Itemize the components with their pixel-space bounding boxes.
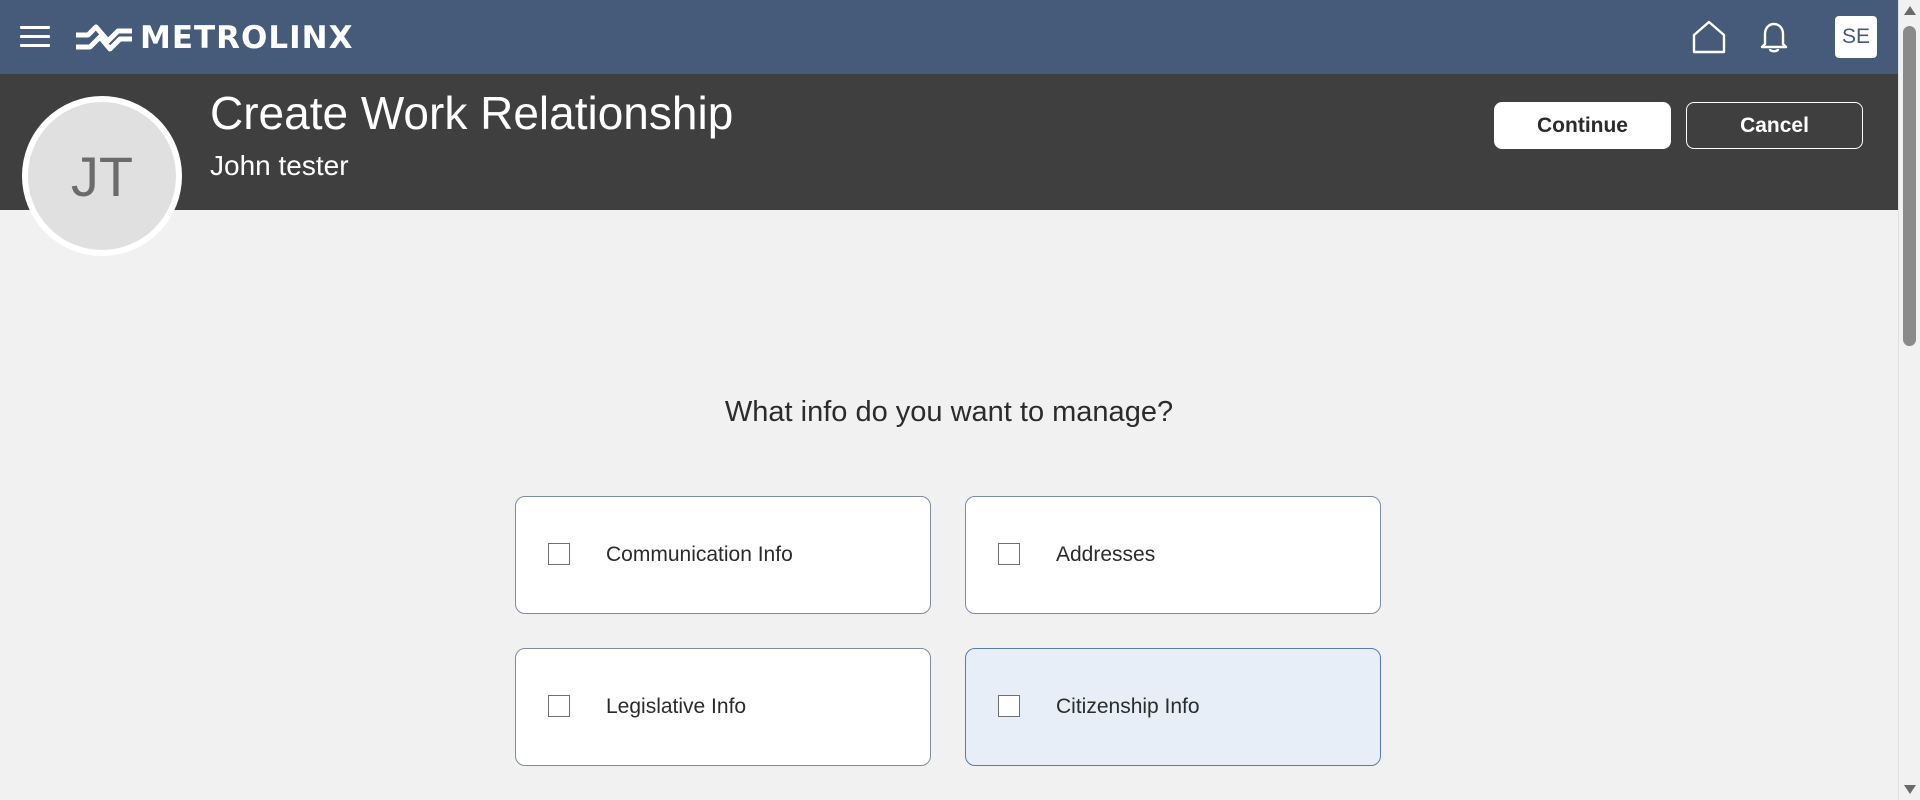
checkbox[interactable] — [548, 695, 570, 717]
user-menu-button[interactable]: SE — [1835, 16, 1877, 58]
top-navigation-bar: METROLINX SE — [0, 0, 1898, 74]
page-subtitle: John tester — [210, 150, 349, 181]
brand-name: METROLINX — [140, 20, 354, 56]
home-icon[interactable] — [1690, 18, 1728, 56]
option-card-citizenship-info[interactable]: Citizenship Info — [965, 648, 1381, 766]
option-label: Legislative Info — [606, 695, 747, 718]
option-card-addresses[interactable]: Addresses — [965, 496, 1381, 614]
option-label: Addresses — [1056, 543, 1156, 566]
checkbox[interactable] — [998, 695, 1020, 717]
continue-button[interactable]: Continue — [1494, 102, 1671, 149]
checkbox[interactable] — [548, 543, 570, 565]
scroll-up-arrow-icon[interactable] — [1904, 6, 1916, 15]
hamburger-menu-icon[interactable] — [20, 24, 52, 50]
scrollbar-thumb[interactable] — [1903, 26, 1916, 346]
option-label: Citizenship Info — [1056, 695, 1200, 718]
bell-icon[interactable] — [1758, 20, 1790, 54]
page-title: Create Work Relationship — [210, 87, 734, 139]
metrolinx-logo[interactable]: METROLINX — [74, 18, 354, 58]
option-card-legislative-info[interactable]: Legislative Info — [515, 648, 931, 766]
avatar: JT — [22, 96, 182, 256]
question-heading: What info do you want to manage? — [724, 396, 1174, 428]
vertical-scrollbar[interactable] — [1898, 0, 1920, 800]
option-label: Communication Info — [606, 543, 793, 566]
checkbox[interactable] — [998, 543, 1020, 565]
cancel-button[interactable]: Cancel — [1686, 102, 1863, 149]
option-card-communication-info[interactable]: Communication Info — [515, 496, 931, 614]
metrolinx-logo-icon — [76, 24, 132, 52]
scroll-down-arrow-icon[interactable] — [1904, 785, 1916, 794]
